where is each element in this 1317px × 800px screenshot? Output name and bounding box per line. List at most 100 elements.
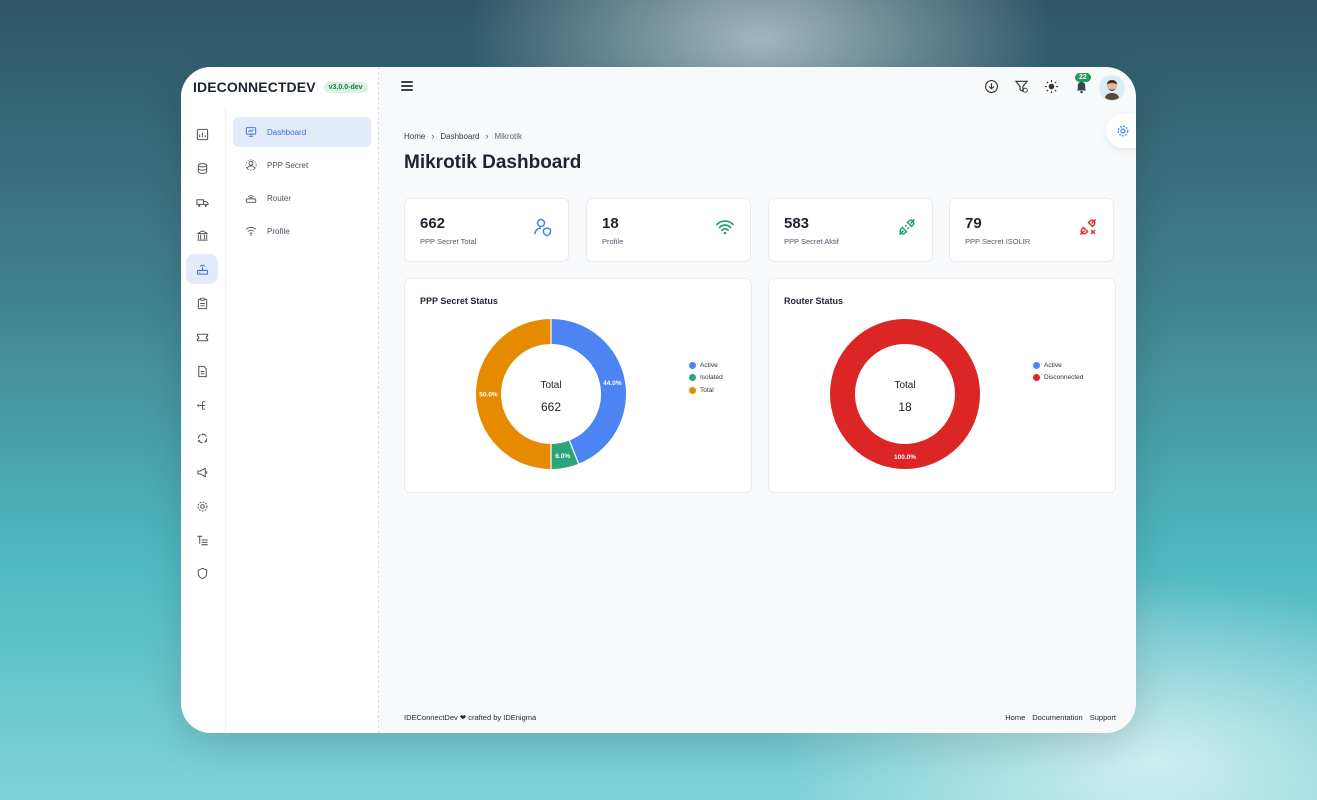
chart-legend: Active Isolated Total	[689, 359, 723, 397]
menu-item-router[interactable]: Router	[233, 183, 371, 213]
donut-chart-router: Total 18 100.0%	[830, 319, 980, 469]
stat-value: 662	[420, 215, 446, 232]
wifi-icon	[716, 220, 734, 235]
database-icon[interactable]	[186, 153, 218, 183]
legend-label: Total	[700, 386, 714, 394]
plug-disconnected-icon	[1080, 219, 1096, 235]
legend-dot	[689, 374, 696, 382]
gear-icon[interactable]	[186, 491, 218, 521]
megaphone-icon[interactable]	[186, 457, 218, 487]
submenu: Dashboard PPP Secret Router Profile	[233, 117, 371, 249]
stat-label: Profile	[602, 237, 624, 246]
stat-label: PPP Secret Aktif	[784, 237, 839, 246]
legend-label: Disconnected	[1044, 374, 1084, 382]
presentation-icon	[245, 127, 257, 137]
legend-label: Active	[700, 361, 718, 369]
menu-item-dashboard[interactable]: Dashboard	[233, 117, 371, 147]
stat-card-ppp-aktif: 583 PPP Secret Aktif	[768, 198, 933, 262]
brand: IDECONNECTDEV v3.0.0-dev	[193, 78, 368, 96]
menu-item-profile[interactable]: Profile	[233, 216, 371, 246]
chart-legend: Active Disconnected	[1033, 359, 1083, 384]
breadcrumb: Home › Dashboard › Mikrotik	[404, 131, 522, 141]
slice-label: 100.0%	[894, 454, 916, 461]
stat-card-profile: 18 Profile	[586, 198, 751, 262]
sun-icon[interactable]	[1044, 79, 1059, 94]
chart-icon[interactable]	[186, 119, 218, 149]
legend-item-isolated[interactable]: Isolated	[689, 372, 723, 385]
donut-slice-active[interactable]	[550, 319, 626, 464]
sidebar: IDECONNECTDEV v3.0.0-dev Dashboard PPP S…	[181, 67, 379, 733]
page-title: Mikrotik Dashboard	[404, 152, 582, 173]
legend-dot	[1033, 374, 1040, 382]
footer-link-home[interactable]: Home	[1005, 713, 1025, 722]
users-gear-icon	[245, 159, 257, 171]
legend-label: Active	[1044, 361, 1062, 369]
stat-value: 18	[602, 215, 619, 232]
donut-slice-total[interactable]	[476, 319, 552, 469]
slice-label: 44.0%	[603, 380, 622, 387]
menu-item-ppp-secret[interactable]: PPP Secret	[233, 150, 371, 180]
download-icon[interactable]	[984, 79, 999, 94]
filter-icon[interactable]	[1014, 79, 1029, 94]
center-value: 662	[541, 400, 561, 414]
menu-item-label: Profile	[267, 226, 290, 236]
footer-credit: IDEConnectDev ❤ crafted by IDEnigma	[404, 713, 537, 722]
center-label: Total	[894, 380, 915, 391]
slice-label: 50.0%	[479, 392, 498, 399]
legend-item-active[interactable]: Active	[1033, 359, 1083, 372]
legend-dot	[689, 361, 696, 369]
stat-label: PPP Secret ISOLIR	[965, 237, 1031, 246]
text-icon[interactable]	[186, 525, 218, 555]
clipboard-icon[interactable]	[186, 288, 218, 318]
legend-item-total[interactable]: Total	[689, 384, 723, 397]
menu-item-label: Dashboard	[267, 127, 307, 137]
breadcrumb-home[interactable]: Home	[404, 132, 425, 141]
stat-value: 583	[784, 215, 810, 232]
icon-rail	[181, 107, 226, 733]
stat-card-ppp-isolir: 79 PPP Secret ISOLIR	[949, 198, 1114, 262]
wifi-icon	[245, 227, 257, 236]
notification-badge: 22	[1075, 73, 1091, 82]
settings-fab[interactable]	[1106, 114, 1136, 148]
menu-item-label: PPP Secret	[267, 160, 309, 170]
center-label: Total	[540, 380, 561, 391]
footer-link-documentation[interactable]: Documentation	[1032, 713, 1082, 722]
hamburger-icon[interactable]	[401, 81, 413, 91]
cycle-icon[interactable]	[186, 423, 218, 453]
stat-label: PPP Secret Total	[420, 237, 477, 246]
legend-dot	[1033, 361, 1040, 369]
plug-connected-icon	[899, 219, 915, 235]
truck-icon[interactable]	[186, 187, 218, 217]
legend-label: Isolated	[700, 374, 723, 382]
slice-label: 6.0%	[555, 453, 570, 460]
chart-card-ppp-status: PPP Secret Status Total 662 44.0% 6.0% 50.…	[404, 278, 752, 493]
router-icon	[245, 195, 257, 203]
stat-value: 79	[965, 215, 982, 232]
center-value: 18	[898, 400, 912, 414]
bank-icon[interactable]	[186, 220, 218, 250]
user-shield-icon	[534, 218, 552, 237]
chevron-right-icon: ›	[485, 131, 489, 141]
ticket-icon[interactable]	[186, 322, 218, 352]
document-icon[interactable]	[186, 356, 218, 386]
chevron-right-icon: ›	[431, 131, 435, 141]
version-badge: v3.0.0-dev	[323, 81, 368, 93]
breadcrumb-dashboard[interactable]: Dashboard	[440, 132, 479, 141]
legend-item-disconnected[interactable]: Disconnected	[1033, 372, 1083, 385]
avatar[interactable]	[1099, 75, 1125, 101]
legend-item-active[interactable]: Active	[689, 359, 723, 372]
menu-item-label: Router	[267, 193, 292, 203]
app-window: IDECONNECTDEV v3.0.0-dev Dashboard PPP S…	[181, 67, 1136, 733]
breadcrumb-current: Mikrotik	[494, 131, 523, 141]
brand-name: IDECONNECTDEV	[193, 79, 316, 95]
donut-slice-disconnected[interactable]	[830, 319, 980, 469]
legend-dot	[689, 386, 696, 394]
footer-links: Home Documentation Support	[1005, 713, 1116, 722]
gear-icon	[1117, 125, 1129, 137]
shield-icon[interactable]	[186, 558, 218, 588]
stat-card-ppp-total: 662 PPP Secret Total	[404, 198, 569, 262]
router-icon[interactable]	[186, 254, 218, 284]
tree-icon[interactable]	[186, 390, 218, 420]
chart-card-router-status: Router Status Total 18 100.0% Active Disc…	[768, 278, 1116, 493]
footer-link-support[interactable]: Support	[1090, 713, 1116, 722]
